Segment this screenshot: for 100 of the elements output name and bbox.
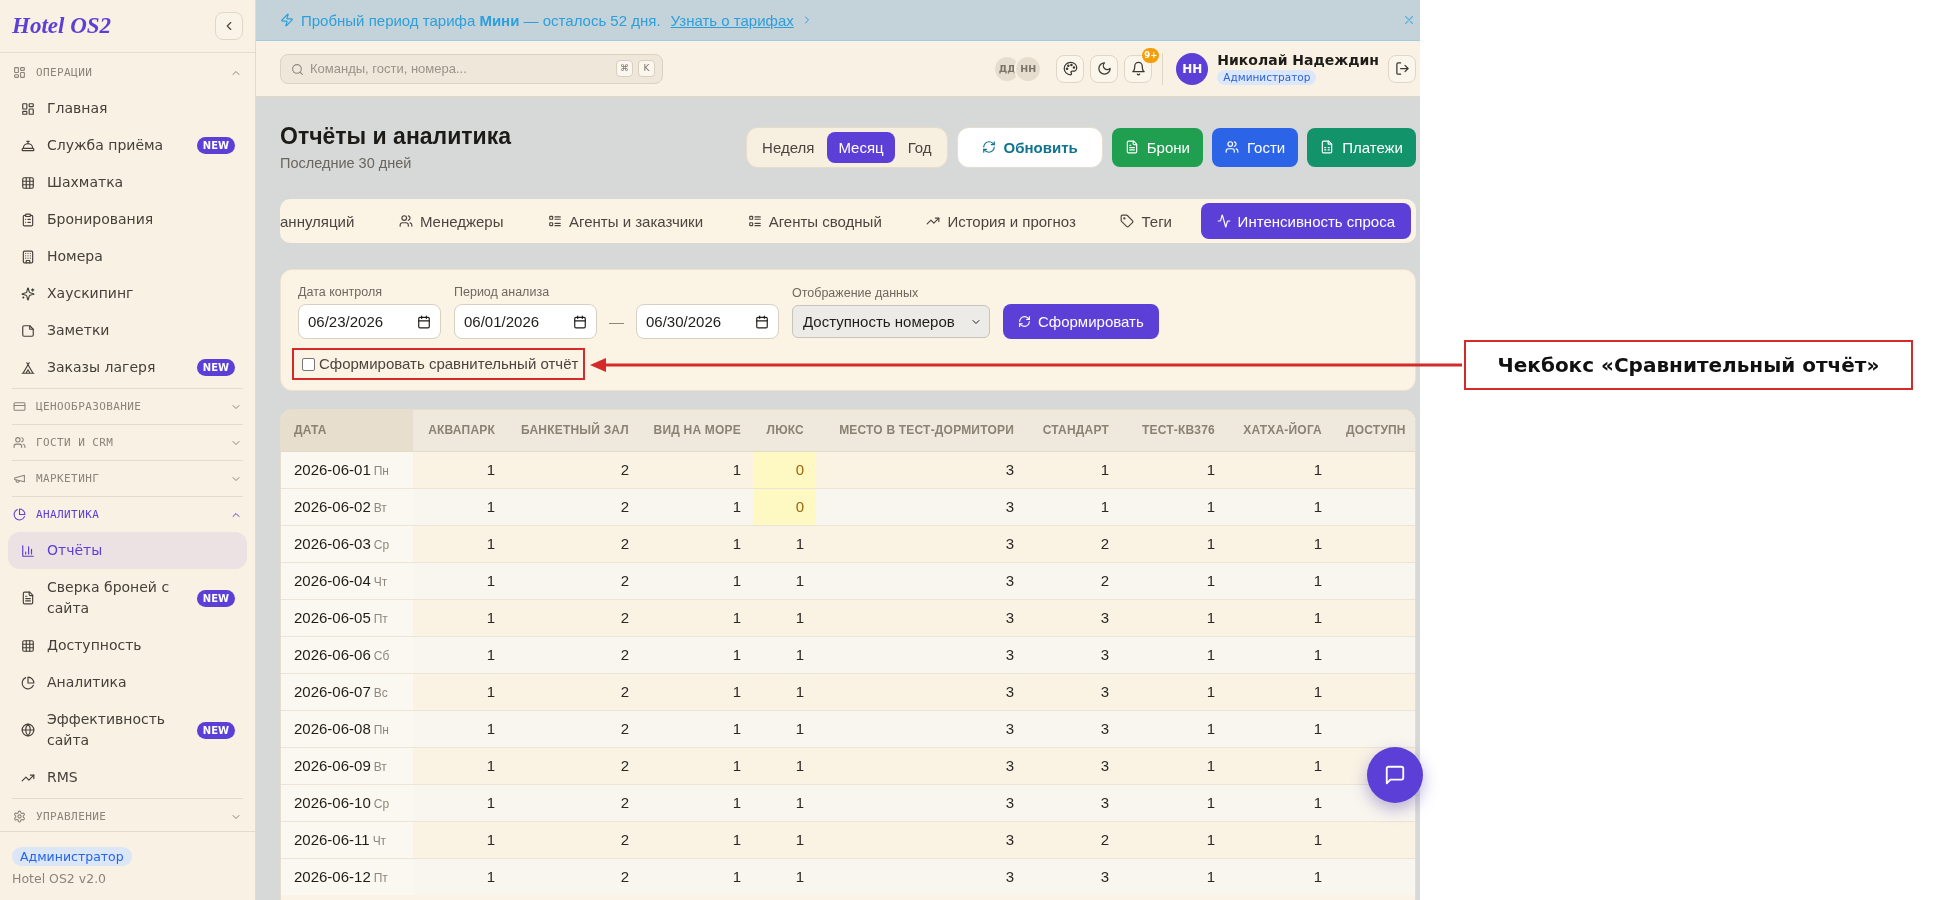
new-badge: NEW <box>196 721 235 739</box>
table-cell: 3 <box>1026 784 1121 821</box>
banner-text: Пробный период тарифа Мини — осталось 52 дня. <box>301 11 661 29</box>
users-icon <box>1224 140 1239 154</box>
table-cell: 1 <box>1026 488 1121 525</box>
column-header: ЛЮКС <box>753 410 816 451</box>
spreadsheet-icon <box>1320 140 1335 154</box>
dark-mode-button[interactable] <box>1090 54 1119 83</box>
table-cell: 1 <box>413 488 507 525</box>
date-field[interactable]: 06/30/2026 <box>636 304 779 339</box>
table-cell: 0 <box>753 488 816 525</box>
sidebar-item[interactable]: Отчёты <box>8 532 247 569</box>
table-cell: 1 <box>1227 747 1334 784</box>
table-cell: 2 <box>507 673 641 710</box>
table-cell: 1 <box>753 858 816 895</box>
report-tab[interactable]: Агенты и заказчики <box>532 203 720 239</box>
building-icon <box>21 249 35 264</box>
search-icon <box>291 62 304 76</box>
sidebar-item[interactable]: Бронирования <box>8 201 247 238</box>
table-cell: 3 <box>816 636 1026 673</box>
table-cell: 1 <box>753 821 816 858</box>
calendar-icon <box>573 314 587 329</box>
checkbox[interactable] <box>302 357 315 371</box>
report-tab[interactable]: аннуляций <box>280 203 371 239</box>
sidebar-item[interactable]: Аналитика <box>8 664 247 701</box>
table-cell: 1 <box>641 710 753 747</box>
table-cell: 1 <box>413 562 507 599</box>
user-avatar: НН <box>1014 54 1043 83</box>
sidebar-item[interactable]: Доступность <box>8 627 247 664</box>
table-cell: 1 <box>413 451 507 488</box>
table-cell: 1 <box>413 858 507 895</box>
user-name: Николай Надеждин <box>1217 52 1379 68</box>
calendar-icon <box>755 314 769 329</box>
table-cell: 1 <box>753 710 816 747</box>
table-cell: 1 <box>753 562 816 599</box>
sparkles-icon <box>21 286 35 301</box>
sidebar-item[interactable]: Шахматка <box>8 164 247 201</box>
report-tab[interactable]: Теги <box>1104 203 1188 239</box>
table-cell: 1 <box>413 599 507 636</box>
guests-button[interactable]: Гости <box>1211 127 1299 167</box>
table-cell: 1 <box>1227 599 1334 636</box>
user-avatar[interactable]: НН <box>1176 52 1209 85</box>
table-cell: 3 <box>1026 636 1121 673</box>
column-header: МЕСТО В ТЕСТ-ДОРМИТОРИ <box>816 410 1026 451</box>
date-text: 2026-06-09 <box>294 757 371 774</box>
table-cell: 2 <box>507 710 641 747</box>
table-cell: 1 <box>1121 858 1227 895</box>
table-cell: 1 <box>1121 488 1227 525</box>
sidebar-item[interactable]: Сверка броней с сайта NEW <box>8 569 247 627</box>
sidebar-item[interactable]: RMS <box>8 759 247 796</box>
logout-button[interactable] <box>1388 54 1416 83</box>
weekday-text: Пт <box>373 612 388 626</box>
weekday-text: Пн <box>373 464 389 478</box>
credit-card-icon <box>13 400 26 413</box>
table-cell: 1 <box>1121 636 1227 673</box>
column-header: ТЕСТ-КВ376 <box>1121 410 1227 451</box>
checkbox-label[interactable]: Сформировать сравнительный отчёт <box>319 354 579 374</box>
theme-button[interactable] <box>1056 54 1085 83</box>
pie-chart-icon <box>21 675 35 690</box>
grid-icon <box>21 175 35 190</box>
table-cell: 1 <box>641 784 753 821</box>
sidebar-item[interactable]: Эффективность сайта NEW <box>8 701 247 759</box>
dashboard-icon <box>13 66 26 79</box>
sidebar-item[interactable]: Номера <box>8 238 247 275</box>
date-text: 2026-06-06 <box>294 646 371 663</box>
lightning-icon <box>280 13 294 27</box>
table-cell: 3 <box>816 747 1026 784</box>
table-cell: 0 <box>753 451 816 488</box>
date-field[interactable]: 06/23/2026 <box>298 304 441 339</box>
refresh-button[interactable]: Обновить <box>956 126 1103 168</box>
period-option[interactable]: Год <box>896 131 943 163</box>
date-text: 2026-06-02 <box>294 498 371 515</box>
report-tab[interactable]: Менеджеры <box>382 203 520 239</box>
report-tab[interactable]: Агенты сводный <box>731 203 898 239</box>
column-header: ВИД НА МОРЕ <box>641 410 753 451</box>
sidebar-item[interactable]: Заказы лагеря NEW <box>8 349 247 386</box>
field-label: Отображение данных <box>792 285 920 302</box>
sidebar-item[interactable]: Главная <box>8 90 247 127</box>
sidebar-item[interactable]: Хаускипинг <box>8 275 247 312</box>
table-cell: 2 <box>507 599 641 636</box>
period-option[interactable]: Неделя <box>751 131 826 163</box>
generate-button[interactable]: Сформировать <box>1003 304 1159 339</box>
weekday-text: Пт <box>373 871 388 886</box>
period-option[interactable]: Месяц <box>827 131 895 163</box>
select-field[interactable]: Доступность номеров <box>792 305 990 338</box>
report-tab[interactable]: История и прогноз <box>910 203 1092 239</box>
sidebar-section-header[interactable]: АНАЛИТИКА <box>8 497 247 532</box>
table-cell: 3 <box>816 710 1026 747</box>
note-icon <box>21 323 35 338</box>
sidebar-item[interactable]: Служба приёма NEW <box>8 127 247 164</box>
table-cell: 1 <box>1227 710 1334 747</box>
date-field[interactable]: 06/01/2026 <box>454 304 597 339</box>
sidebar-item[interactable]: Заметки <box>8 312 247 349</box>
weekday-text: Чт <box>373 575 388 589</box>
table-cell: 1 <box>413 747 507 784</box>
field-label: Дата контроля <box>298 284 384 301</box>
list-icon <box>747 214 762 228</box>
payments-button[interactable]: Платежи <box>1307 127 1416 167</box>
report-tab[interactable]: Интенсивность спроса <box>1200 203 1411 239</box>
table-cell: 3 <box>816 525 1026 562</box>
